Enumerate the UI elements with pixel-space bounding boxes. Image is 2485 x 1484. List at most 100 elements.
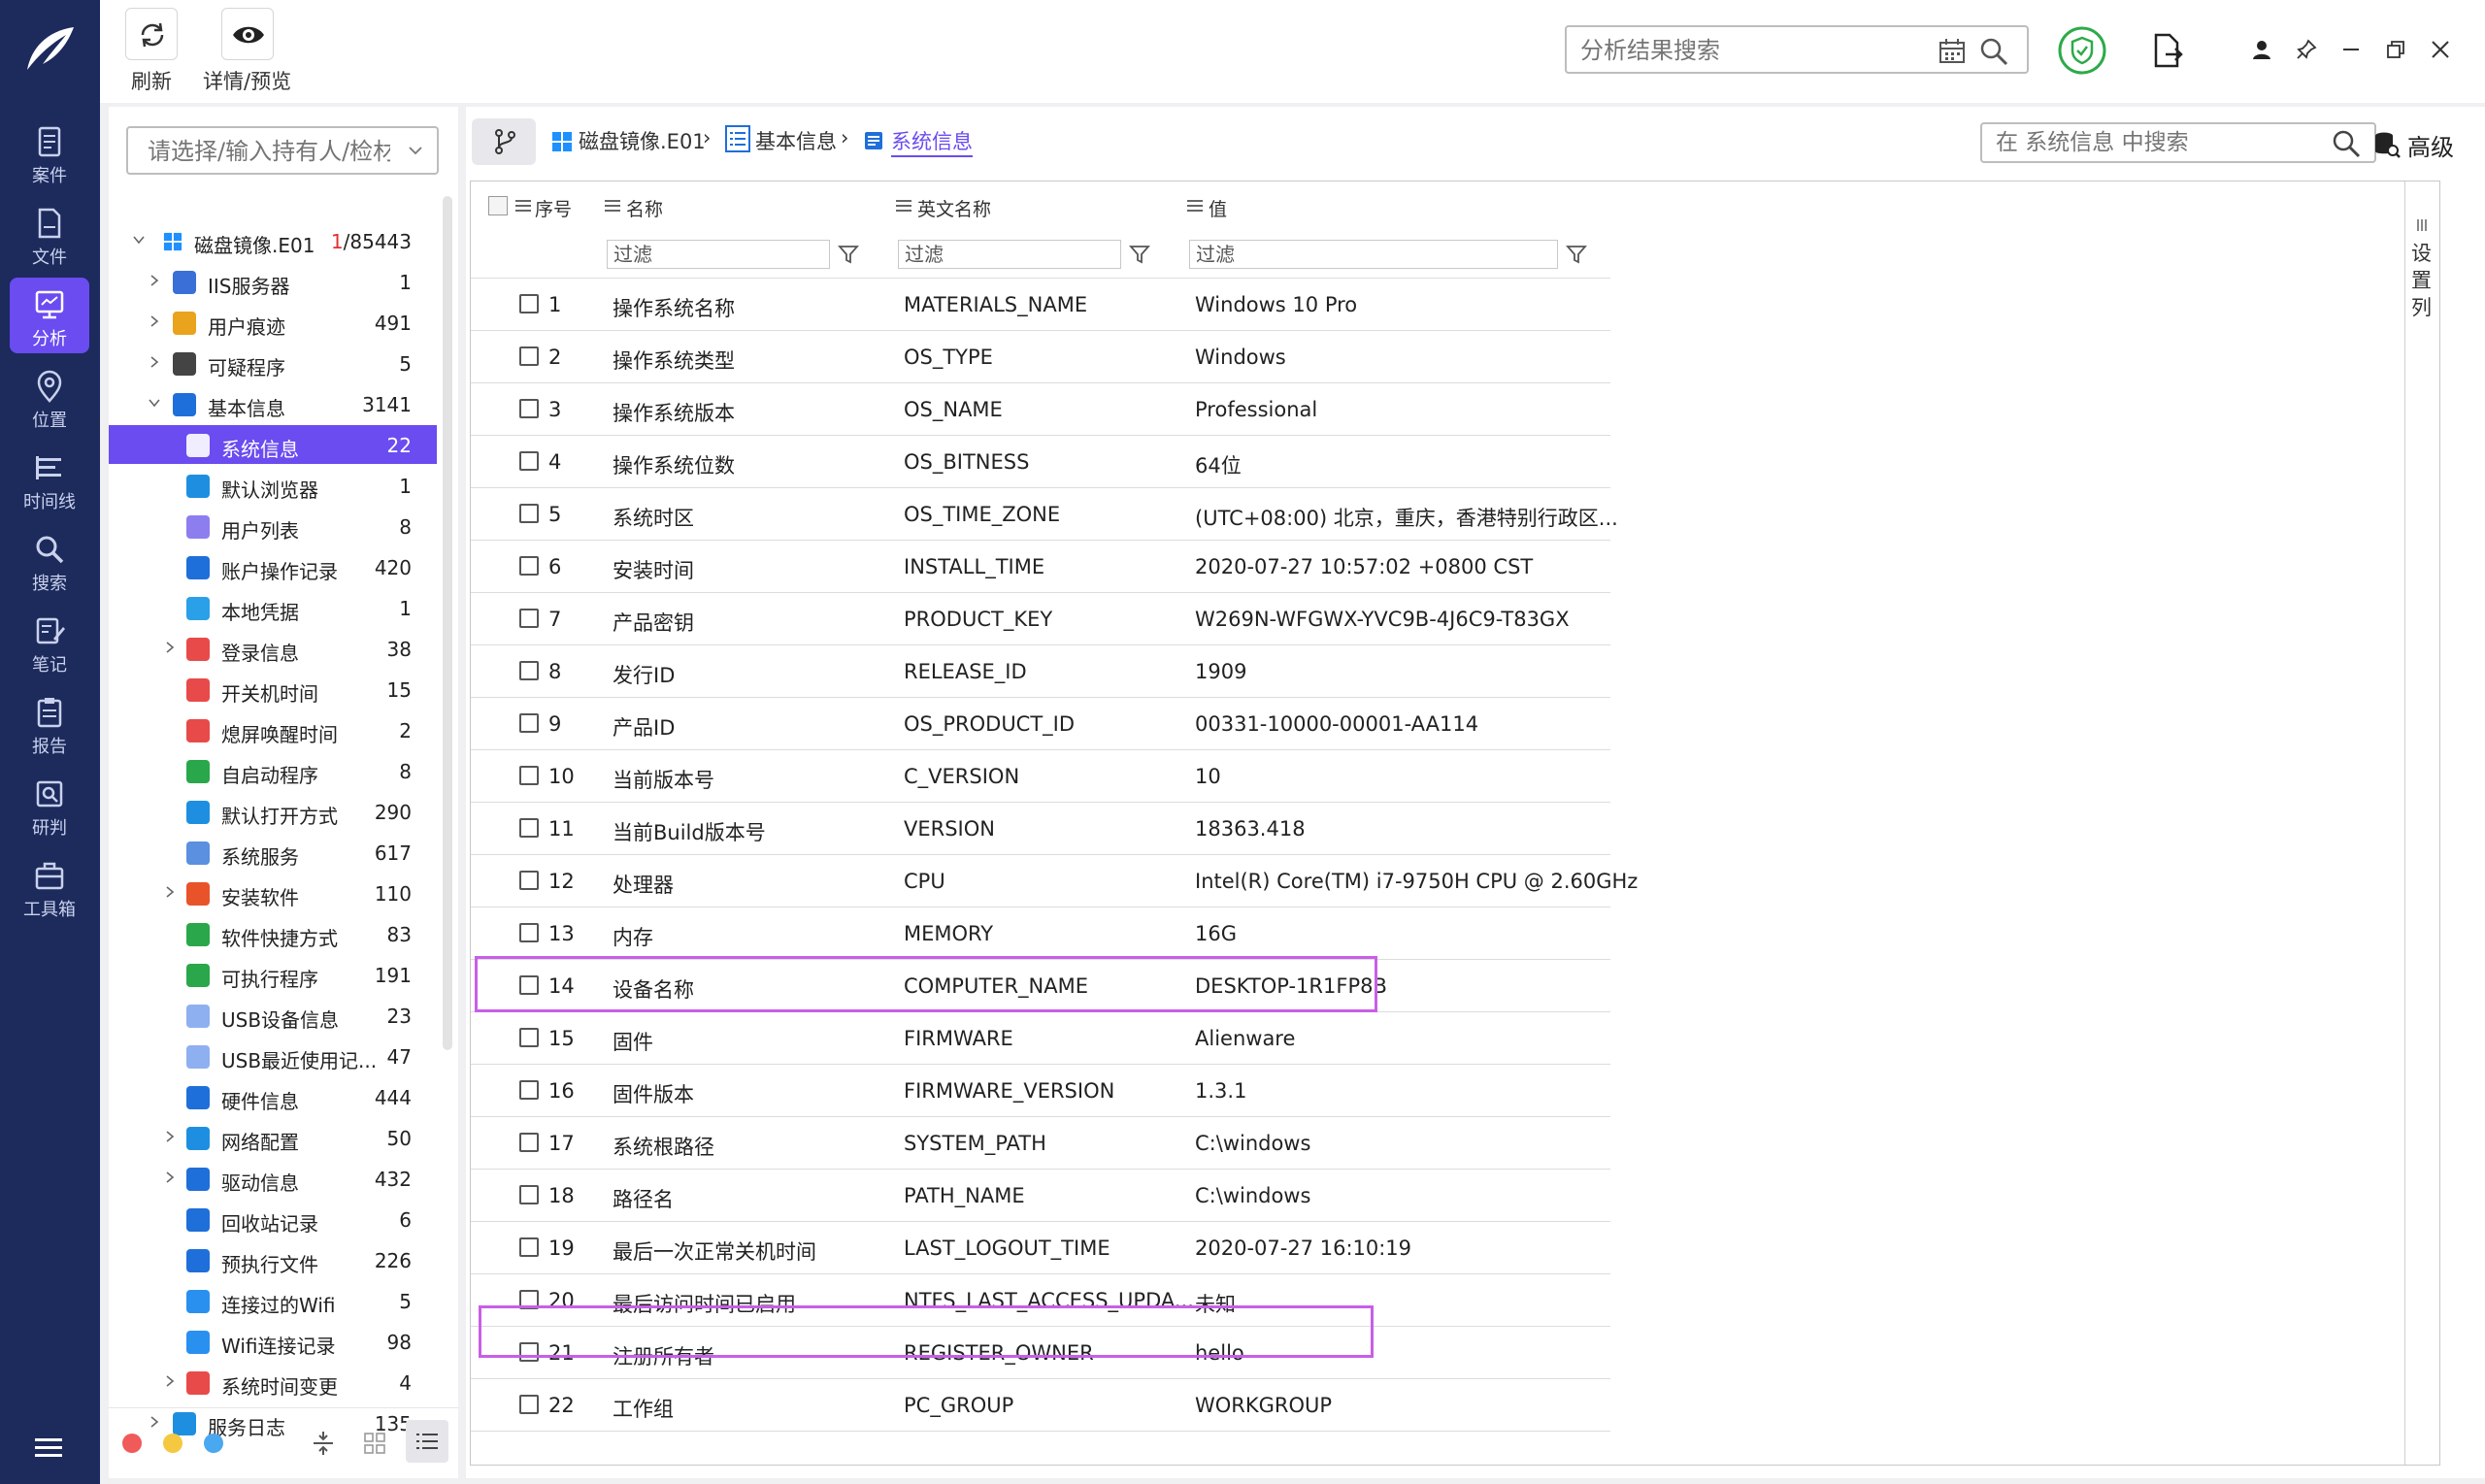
- table-row[interactable]: 17 系统根路径 SYSTEM_PATH C:\windows: [471, 1117, 1610, 1170]
- column-settings-strip[interactable]: 设置列: [2404, 181, 2439, 1465]
- table-row[interactable]: 4 操作系统位数 OS_BITNESS 64位: [471, 436, 1610, 488]
- row-checkbox[interactable]: [519, 766, 539, 785]
- chevron-right-icon[interactable]: [148, 355, 161, 369]
- rail-item-toolbox[interactable]: 工具箱: [10, 848, 89, 924]
- rail-item-report[interactable]: 报告: [10, 685, 89, 761]
- panel-search-box[interactable]: [1980, 122, 2376, 163]
- column-drag-icon[interactable]: [515, 199, 531, 213]
- row-checkbox[interactable]: [519, 609, 539, 628]
- column-drag-icon[interactable]: [896, 199, 911, 213]
- rail-item-search[interactable]: 搜索: [10, 522, 89, 598]
- table-row[interactable]: 2 操作系统类型 OS_TYPE Windows: [471, 331, 1610, 383]
- calendar-icon[interactable]: [1938, 37, 1967, 66]
- tree-item-account-record[interactable]: 账户操作记录 420: [109, 547, 437, 586]
- collapse-all-icon[interactable]: [311, 1430, 336, 1457]
- tree-item-recycle-bin[interactable]: 回收站记录 6: [109, 1200, 437, 1238]
- tree-item-credential[interactable]: 本地凭据 1: [109, 588, 437, 627]
- tree-item-hardware[interactable]: 硬件信息 444: [109, 1077, 437, 1116]
- tree-item-network[interactable]: 网络配置 50: [109, 1118, 437, 1157]
- tree-item-wifi[interactable]: 连接过的Wifi 5: [109, 1281, 437, 1320]
- breadcrumb-item-basic-info[interactable]: 基本信息: [755, 126, 837, 155]
- chevron-right-icon[interactable]: [163, 885, 177, 899]
- row-checkbox[interactable]: [519, 818, 539, 838]
- pin-icon[interactable]: [2296, 39, 2317, 60]
- tree-item-usb-history[interactable]: USB最近使用记... 47: [109, 1037, 437, 1075]
- chevron-down-icon[interactable]: [132, 233, 146, 247]
- table-row[interactable]: 18 路径名 PATH_NAME C:\windows: [471, 1170, 1610, 1222]
- filter-icon[interactable]: [1129, 244, 1150, 265]
- header-seq[interactable]: 序号: [535, 195, 572, 221]
- header-en-name[interactable]: 英文名称: [917, 195, 991, 221]
- tree-item-usb[interactable]: USB设备信息 23: [109, 996, 437, 1035]
- row-checkbox[interactable]: [519, 1133, 539, 1152]
- table-row[interactable]: 12 处理器 CPU Intel(R) Core(TM) i7-9750H CPU @…: [471, 855, 1638, 907]
- tree-item-autostart[interactable]: 自启动程序 8: [109, 751, 437, 790]
- search-icon[interactable]: [1978, 36, 2009, 67]
- tree-item-sleep[interactable]: 熄屏唤醒时间 2: [109, 710, 437, 749]
- row-checkbox[interactable]: [519, 556, 539, 576]
- grid-view-icon[interactable]: [363, 1432, 386, 1455]
- advanced-search-button[interactable]: 高级: [2375, 128, 2454, 162]
- rail-item-case[interactable]: 案件: [10, 115, 89, 190]
- hamburger-menu-icon[interactable]: [33, 1435, 66, 1462]
- tree-item-power[interactable]: 开关机时间 15: [109, 670, 437, 709]
- row-checkbox[interactable]: [519, 294, 539, 313]
- tree-item-wifi-record[interactable]: Wifi连接记录 98: [109, 1322, 437, 1361]
- user-icon[interactable]: [2251, 39, 2272, 60]
- tree-item-system-info[interactable]: 系统信息 22: [109, 425, 437, 464]
- result-search-box[interactable]: [1565, 25, 2029, 74]
- column-drag-icon[interactable]: [605, 199, 620, 213]
- shield-status-icon[interactable]: [2057, 25, 2107, 76]
- en-name-filter-input[interactable]: 过滤: [898, 240, 1121, 269]
- select-all-checkbox[interactable]: [488, 196, 508, 215]
- tree-item-browser[interactable]: 默认浏览器 1: [109, 466, 437, 505]
- breadcrumb-item-system-info[interactable]: 系统信息: [891, 126, 973, 157]
- row-checkbox[interactable]: [519, 1237, 539, 1257]
- name-filter-input[interactable]: 过滤: [607, 240, 830, 269]
- row-checkbox[interactable]: [519, 1080, 539, 1100]
- yellow-dot[interactable]: [163, 1434, 182, 1453]
- tree-item-suspicious-program[interactable]: 可疑程序 5: [109, 344, 437, 382]
- header-value[interactable]: 值: [1209, 195, 1227, 221]
- row-checkbox[interactable]: [519, 399, 539, 418]
- filter-icon[interactable]: [1566, 244, 1587, 265]
- tree-scrollbar[interactable]: [443, 196, 452, 1050]
- row-checkbox[interactable]: [519, 346, 539, 366]
- table-row[interactable]: 5 系统时区 OS_TIME_ZONE (UTC+08:00) 北京，重庆，香港特别行…: [471, 488, 1618, 541]
- row-checkbox[interactable]: [519, 1395, 539, 1414]
- rail-item-timeline[interactable]: 时间线: [10, 441, 89, 516]
- tree-item-software[interactable]: 安装软件 110: [109, 874, 437, 912]
- tree-item-clock[interactable]: 系统时间变更 4: [109, 1363, 437, 1402]
- tree-item-footprint[interactable]: 用户痕迹 491: [109, 303, 437, 342]
- table-row[interactable]: 11 当前Build版本号 VERSION 18363.418: [471, 803, 1610, 855]
- tree-item-driver[interactable]: 驱动信息 432: [109, 1159, 437, 1198]
- preview-button[interactable]: 详情/预览: [203, 8, 291, 95]
- breadcrumb-item-image[interactable]: 磁盘镜像.E01: [579, 126, 706, 155]
- tree-item-info-list[interactable]: 基本信息 3141: [109, 384, 437, 423]
- rail-item-file[interactable]: 文件: [10, 196, 89, 272]
- red-dot[interactable]: [122, 1434, 142, 1453]
- chevron-right-icon[interactable]: [148, 314, 161, 328]
- evidence-selector-input[interactable]: [148, 138, 390, 165]
- row-checkbox[interactable]: [519, 923, 539, 942]
- panel-search-input[interactable]: [1996, 130, 2306, 155]
- column-drag-icon[interactable]: [1187, 199, 1203, 213]
- tree-root[interactable]: 磁盘镜像.E01 1/85443: [109, 221, 437, 260]
- table-row[interactable]: 9 产品ID OS_PRODUCT_ID 00331-10000-00001-AA11…: [471, 698, 1610, 750]
- restore-icon[interactable]: [2385, 39, 2406, 60]
- row-checkbox[interactable]: [519, 1028, 539, 1047]
- evidence-selector[interactable]: [126, 126, 439, 175]
- rail-item-analysis[interactable]: 分析: [10, 278, 89, 353]
- table-row[interactable]: 10 当前版本号 C_VERSION 10: [471, 750, 1610, 803]
- chevron-down-icon[interactable]: [148, 396, 161, 410]
- tree-item-executable[interactable]: 可执行程序 191: [109, 955, 437, 994]
- filter-icon[interactable]: [838, 244, 859, 265]
- chevron-right-icon[interactable]: [163, 1171, 177, 1184]
- table-row[interactable]: 22 工作组 PC_GROUP WORKGROUP: [471, 1379, 1610, 1432]
- table-row[interactable]: 3 操作系统版本 OS_NAME Professional: [471, 383, 1610, 436]
- list-view-button[interactable]: [406, 1420, 448, 1463]
- chevron-right-icon[interactable]: [163, 1374, 177, 1388]
- row-checkbox[interactable]: [519, 871, 539, 890]
- tree-item-shortcut[interactable]: 软件快捷方式 83: [109, 914, 437, 953]
- branch-button[interactable]: [472, 118, 536, 165]
